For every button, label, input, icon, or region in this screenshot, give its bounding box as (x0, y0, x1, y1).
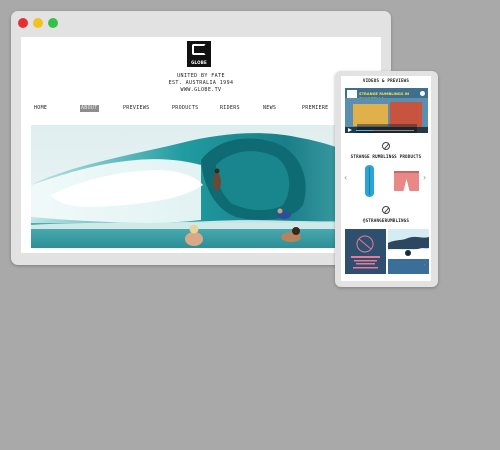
play-icon[interactable] (348, 128, 352, 132)
video-controls (345, 127, 428, 133)
instagram-poster-graphic (345, 229, 386, 274)
maximize-window-button[interactable] (48, 18, 58, 28)
website-url[interactable]: WWW.GLOBE.TV (21, 87, 381, 93)
tagline-line-1: UNITED BY FATE (177, 73, 225, 79)
instagram-post-1[interactable] (345, 229, 386, 274)
nav-about[interactable]: ABOUT (80, 105, 99, 112)
nav-riders[interactable]: RIDERS (219, 105, 241, 112)
products-heading: STRANGE RUMBLINGS PRODUCTS (350, 154, 422, 159)
main-navigation: HOME ABOUT PREVIEWS PRODUCTS RIDERS NEWS… (21, 105, 381, 113)
section-divider-icon (382, 142, 390, 150)
nav-premiere[interactable]: PREMIERE (301, 105, 329, 112)
mobile-device-frame: VIDEOS & PREVIEWS STRANGE RUMBLINGS IN S… (335, 71, 438, 287)
nav-previews[interactable]: PREVIEWS (122, 105, 150, 112)
globe-logo-text: GLOBE (191, 60, 207, 65)
globe-logo-mark (192, 44, 206, 55)
window-controls (18, 18, 58, 28)
carousel-prev-icon[interactable]: ‹ (344, 174, 347, 182)
instagram-heading: @STRANGERUMBLINGS (362, 218, 410, 223)
product-boardshorts[interactable] (394, 171, 419, 191)
website-page: GLOBE UNITED BY FATE EST. AUSTRALIA 1994… (21, 37, 381, 253)
scroll-up-icon[interactable]: ˄ (423, 264, 426, 272)
mobile-page: VIDEOS & PREVIEWS STRANGE RUMBLINGS IN S… (341, 76, 431, 281)
carousel-next-icon[interactable]: › (423, 174, 426, 182)
nav-news[interactable]: NEWS (262, 105, 277, 112)
hero-surf-image (31, 125, 371, 248)
nav-home[interactable]: HOME (33, 105, 48, 112)
minimize-window-button[interactable] (33, 18, 43, 28)
globe-logo[interactable]: GLOBE (187, 41, 211, 67)
videos-previews-heading: VIDEOS & PREVIEWS (362, 78, 410, 83)
close-window-button[interactable] (18, 18, 28, 28)
video-player[interactable]: STRANGE RUMBLINGS IN SHANGRI-LA (345, 88, 428, 133)
section-divider-icon (382, 206, 390, 214)
video-progress-bar[interactable] (356, 129, 414, 131)
share-icon[interactable] (420, 91, 425, 96)
hero-wave-illustration (31, 125, 371, 248)
desktop-browser-window: GLOBE UNITED BY FATE EST. AUSTRALIA 1994… (11, 11, 391, 265)
tagline-line-2: EST. AUSTRALIA 1994 (168, 80, 234, 86)
product-skateboard[interactable] (365, 165, 374, 197)
nav-products[interactable]: PRODUCTS (171, 105, 199, 112)
